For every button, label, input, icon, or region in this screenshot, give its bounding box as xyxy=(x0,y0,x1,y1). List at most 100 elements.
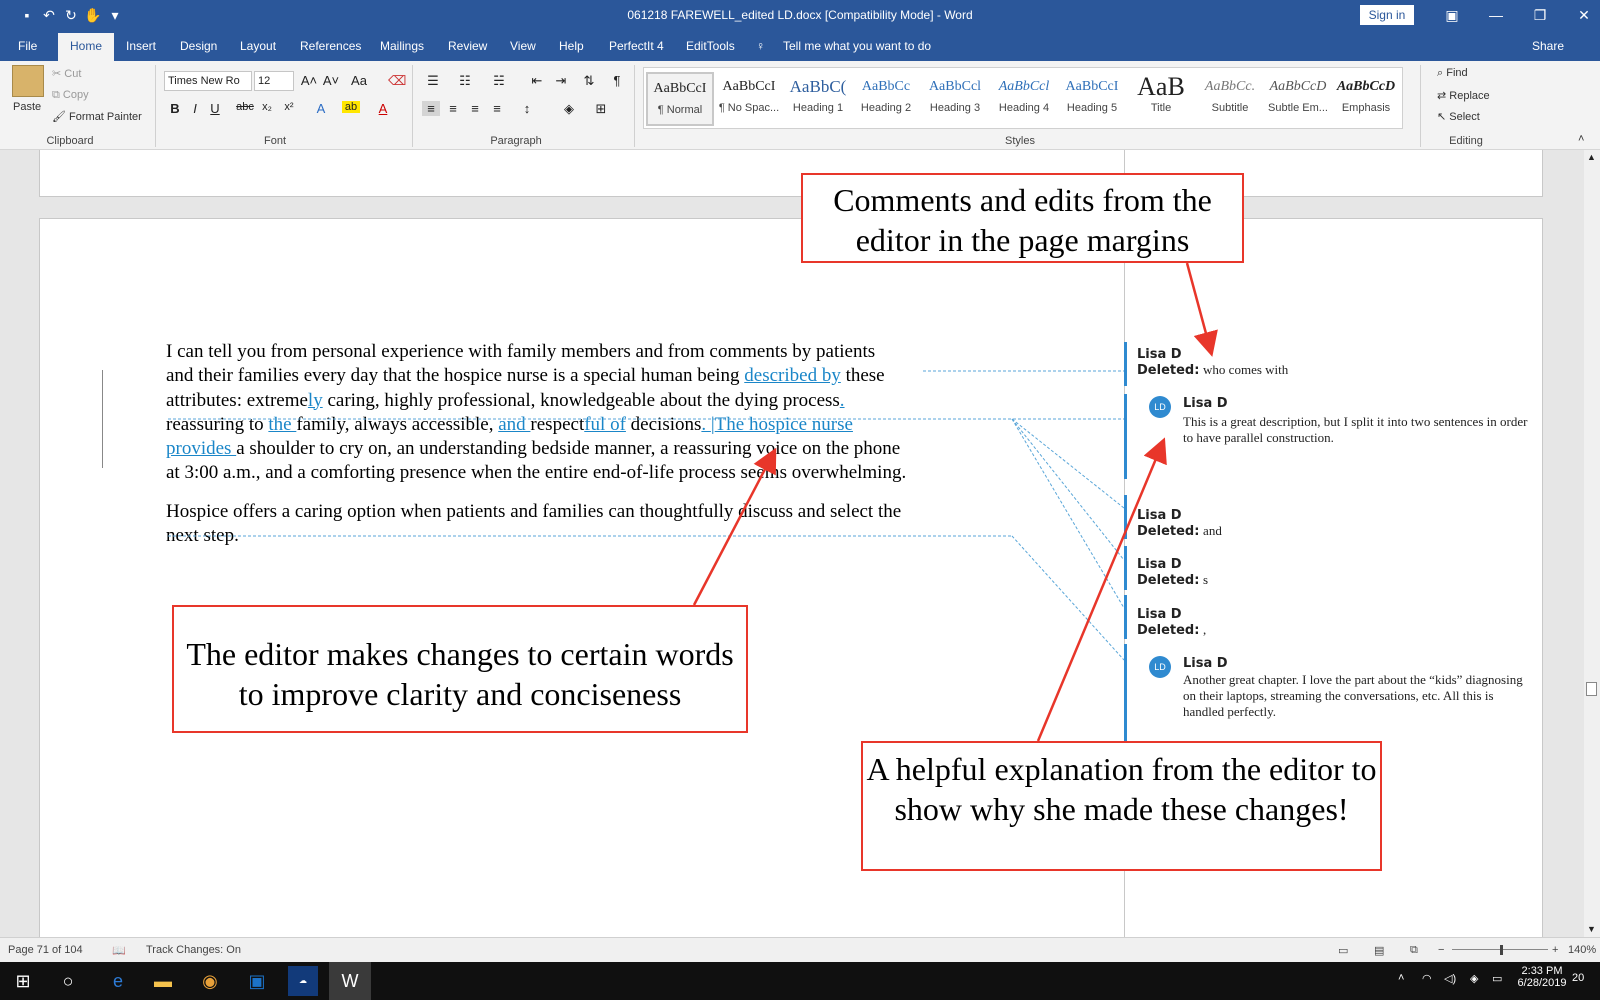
clear-formatting-icon[interactable]: ⌫ xyxy=(388,73,406,89)
style-heading-4[interactable]: AaBbCcl Heading 4 xyxy=(990,72,1058,126)
underline-icon[interactable]: U xyxy=(206,101,224,116)
cut-button[interactable]: ✂ Cut xyxy=(52,67,81,80)
restore-icon[interactable]: ❐ xyxy=(1518,4,1562,26)
highlight-icon[interactable]: ab xyxy=(342,101,360,113)
style-heading-2[interactable]: AaBbCc Heading 2 xyxy=(852,72,920,126)
notification-center-icon[interactable]: 20 xyxy=(1572,972,1584,984)
italic-icon[interactable]: I xyxy=(186,101,204,116)
replace-button[interactable]: ⇄ Replace xyxy=(1437,89,1490,102)
dropbox-icon[interactable]: ◈ xyxy=(1470,972,1478,985)
show-marks-icon[interactable]: ¶ xyxy=(608,73,626,88)
deletion-balloon-1[interactable]: Lisa D Deleted: who comes with xyxy=(1137,347,1288,378)
shading-icon[interactable]: ◈ xyxy=(560,101,578,117)
deletion-balloon-4[interactable]: Lisa D Deleted: , xyxy=(1137,607,1206,638)
zoom-out-icon[interactable]: − xyxy=(1438,944,1444,956)
chrome-icon[interactable]: ◉ xyxy=(195,966,225,996)
page-count[interactable]: Page 71 of 104 xyxy=(8,944,83,956)
style-subtle-emphasis[interactable]: AaBbCcD Subtle Em... xyxy=(1264,72,1332,126)
bold-icon[interactable]: B xyxy=(166,101,184,116)
font-size-box[interactable]: 12 xyxy=(254,71,294,91)
superscript-icon[interactable]: x² xyxy=(280,101,298,113)
multilevel-list-icon[interactable]: ☵ xyxy=(490,73,508,89)
ribbon-display-icon[interactable]: ▣ xyxy=(1430,4,1474,26)
sort-icon[interactable]: ⇅ xyxy=(580,73,598,89)
line-spacing-icon[interactable]: ↕ xyxy=(518,101,536,116)
tab-insert[interactable]: Insert xyxy=(126,39,156,53)
align-right-icon[interactable]: ≡ xyxy=(466,101,484,116)
subscript-icon[interactable]: x₂ xyxy=(258,101,276,113)
close-icon[interactable]: ✕ xyxy=(1562,4,1600,26)
style-emphasis[interactable]: AaBbCcD Emphasis xyxy=(1332,72,1400,126)
web-layout-icon[interactable]: ⧉ xyxy=(1410,944,1418,957)
align-center-icon[interactable]: ≡ xyxy=(444,101,462,116)
minimize-icon[interactable]: — xyxy=(1474,4,1518,26)
comment-balloon-2[interactable]: Another great chapter. I love the part a… xyxy=(1183,672,1528,720)
shrink-font-icon[interactable]: A˅ xyxy=(322,73,340,88)
deletion-balloon-2[interactable]: Lisa D Deleted: and xyxy=(1137,508,1222,539)
file-explorer-icon[interactable]: ▬ xyxy=(148,966,178,996)
numbering-icon[interactable]: ☷ xyxy=(456,73,474,89)
font-color-icon[interactable]: A xyxy=(374,101,392,116)
comment-balloon-1[interactable]: This is a great description, but I split… xyxy=(1183,414,1528,446)
cortana-icon[interactable]: ○ xyxy=(53,966,83,996)
vertical-scrollbar[interactable]: ▲ ▼ xyxy=(1584,150,1600,937)
print-layout-icon[interactable]: ▤ xyxy=(1374,944,1384,957)
zoom-slider-thumb[interactable] xyxy=(1500,945,1503,955)
scroll-down-icon[interactable]: ▼ xyxy=(1587,924,1596,934)
weather-app-icon[interactable]: ☁ xyxy=(288,966,318,996)
edge-icon[interactable]: e xyxy=(103,966,133,996)
tab-review[interactable]: Review xyxy=(448,39,487,53)
style-title[interactable]: AaB Title xyxy=(1127,72,1195,126)
style-normal[interactable]: AaBbCcI ¶ Normal xyxy=(646,72,714,126)
clock[interactable]: 2:33 PM 6/28/2019 xyxy=(1512,965,1572,989)
tell-me-search[interactable]: Tell me what you want to do xyxy=(783,39,931,53)
proofing-icon[interactable]: 📖 xyxy=(112,944,126,957)
bullets-icon[interactable]: ☰ xyxy=(424,73,442,89)
network-icon[interactable]: ◠ xyxy=(1422,972,1432,985)
format-painter-button[interactable]: 🖌 Format Painter xyxy=(52,110,142,123)
show-hidden-icons[interactable]: ˄ xyxy=(1398,972,1404,984)
tab-edittools[interactable]: EditTools xyxy=(686,39,735,53)
copy-button[interactable]: ⧉ Copy xyxy=(52,89,89,102)
paste-button[interactable]: Paste xyxy=(13,101,41,113)
outlook-icon[interactable]: ▣ xyxy=(242,966,272,996)
grow-font-icon[interactable]: A˄ xyxy=(300,73,318,88)
zoom-level[interactable]: 140% xyxy=(1568,944,1596,956)
font-name-box[interactable]: Times New Ro xyxy=(164,71,252,91)
style-no-spacing[interactable]: AaBbCcI ¶ No Spac... xyxy=(715,72,783,126)
borders-icon[interactable]: ⊞ xyxy=(592,101,610,117)
justify-icon[interactable]: ≡ xyxy=(488,101,506,116)
body-paragraph-1[interactable]: I can tell you from personal experience … xyxy=(166,340,906,486)
style-heading-3[interactable]: AaBbCcl Heading 3 xyxy=(921,72,989,126)
style-heading-5[interactable]: AaBbCcI Heading 5 xyxy=(1058,72,1126,126)
tab-file[interactable]: File xyxy=(18,39,37,53)
tab-mailings[interactable]: Mailings xyxy=(380,39,424,53)
zoom-in-icon[interactable]: + xyxy=(1552,944,1558,956)
share-button[interactable]: Share xyxy=(1532,39,1564,53)
style-heading-1[interactable]: AaBbC(Heading 1 xyxy=(784,72,852,126)
track-changes-status[interactable]: Track Changes: On xyxy=(146,944,241,956)
tab-perfectit[interactable]: PerfectIt 4 xyxy=(609,39,664,53)
deletion-balloon-3[interactable]: Lisa D Deleted: s xyxy=(1137,557,1208,588)
tab-view[interactable]: View xyxy=(510,39,536,53)
strikethrough-icon[interactable]: abc xyxy=(236,101,254,113)
windows-start-icon[interactable]: ⊞ xyxy=(8,966,38,996)
volume-icon[interactable]: ◁) xyxy=(1444,972,1456,985)
scroll-up-icon[interactable]: ▲ xyxy=(1587,152,1596,162)
tab-references[interactable]: References xyxy=(300,39,361,53)
decrease-indent-icon[interactable]: ⇤ xyxy=(528,73,546,89)
find-button[interactable]: ⌕ Find xyxy=(1437,67,1468,80)
tab-layout[interactable]: Layout xyxy=(240,39,276,53)
increase-indent-icon[interactable]: ⇥ xyxy=(552,73,570,89)
select-button[interactable]: ↖ Select xyxy=(1437,110,1480,123)
change-case-icon[interactable]: Aa xyxy=(350,73,368,88)
collapse-ribbon-icon[interactable]: ˄ xyxy=(1578,133,1584,145)
paste-icon[interactable] xyxy=(12,65,44,97)
text-effects-icon[interactable]: A xyxy=(312,101,330,116)
word-taskbar-icon[interactable]: W xyxy=(329,962,371,1000)
sign-in-button[interactable]: Sign in xyxy=(1360,5,1414,25)
tab-help[interactable]: Help xyxy=(559,39,584,53)
keyboard-icon[interactable]: ▭ xyxy=(1492,972,1502,985)
read-mode-icon[interactable]: ▭ xyxy=(1338,944,1348,957)
style-subtitle[interactable]: AaBbCc. Subtitle xyxy=(1196,72,1264,126)
